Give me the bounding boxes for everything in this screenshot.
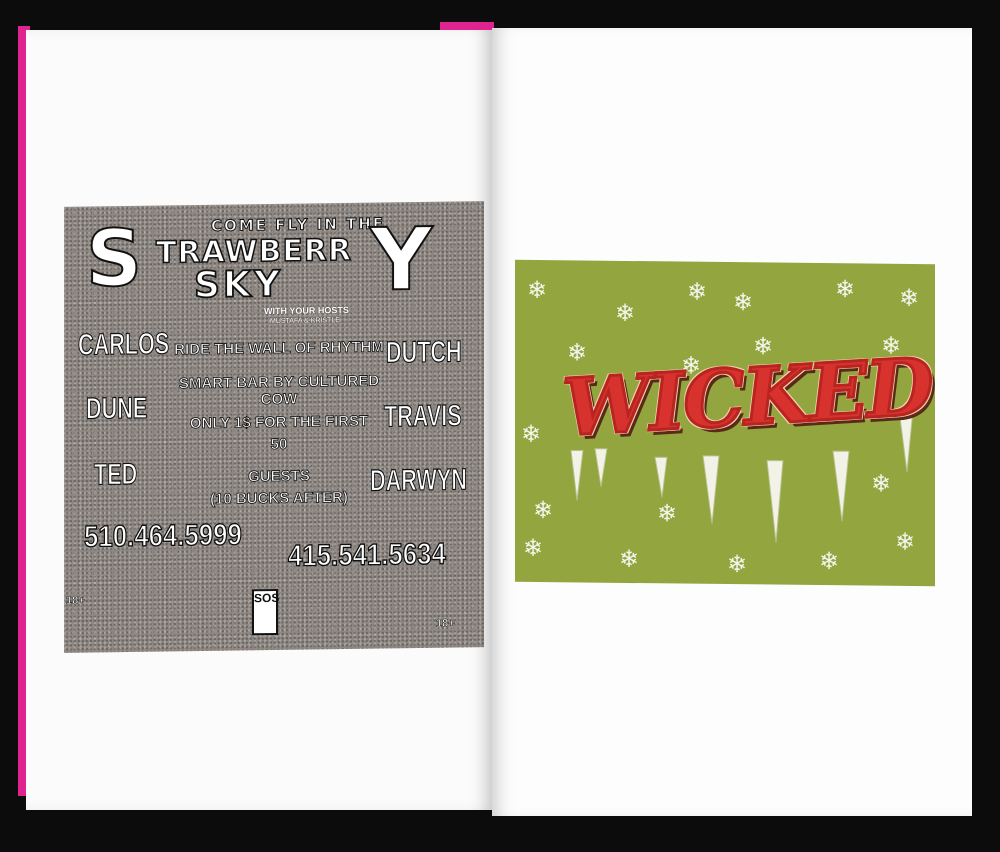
wicked-flyer: ❄ ❄ ❄ ❄ ❄ ❄ ❄ ❄ ❄ ❄ ❄ ❄ ❄ ❄ ❄ ❄ ❄ ❄ ❄ WI… bbox=[515, 259, 935, 587]
age-restriction-left: 18+ bbox=[66, 594, 85, 607]
flyer-info-line: 50 bbox=[270, 435, 288, 454]
flyer-phone-left: 510.464.5999 bbox=[83, 518, 242, 555]
flyer-info-line: GUESTS bbox=[248, 467, 310, 486]
icicle-icon bbox=[594, 448, 608, 487]
sos-logo: SOS bbox=[252, 588, 279, 636]
icicle-icon bbox=[654, 456, 668, 498]
icicle-icon bbox=[702, 455, 720, 524]
flyer-title-final: Y bbox=[369, 209, 433, 312]
age-restriction-right: 18+ bbox=[436, 617, 455, 630]
flyer-info-line: (10 BUCKS AFTER) bbox=[210, 488, 349, 509]
flyer-title-initial: S bbox=[85, 213, 143, 306]
icicle-icon bbox=[766, 459, 784, 543]
strawberry-sky-flyer: COME FLY IN THE S TRAWBERR SKY Y WITH YO… bbox=[64, 201, 484, 653]
flyer-info-line: RIDE THE WALL OF RHYTHM bbox=[174, 338, 385, 359]
dj-name-left: DUNE bbox=[85, 391, 148, 426]
icicle-icon bbox=[832, 450, 850, 522]
flyer-title-sky: SKY bbox=[193, 263, 284, 307]
dj-name-left: CARLOS bbox=[77, 327, 170, 362]
icicle-icon bbox=[570, 449, 584, 501]
dj-name-right: DUTCH bbox=[385, 335, 462, 370]
dj-name-left: TED bbox=[93, 457, 138, 492]
flyer-info-line: SMART BAR BY CULTURED COW bbox=[178, 372, 380, 409]
dj-name-right: TRAVIS bbox=[383, 399, 462, 434]
flyer-hosts-line: WITH YOUR HOSTS bbox=[264, 304, 349, 317]
flyer-info-line: ONLY 1$ FOR THE FIRST bbox=[189, 412, 369, 433]
flyer-hosts-names: MUSTAFA & KRISTLE bbox=[270, 317, 340, 326]
flyer-phone-right: 415.541.5634 bbox=[287, 537, 446, 574]
open-book: COME FLY IN THE S TRAWBERR SKY Y WITH YO… bbox=[0, 0, 1000, 852]
